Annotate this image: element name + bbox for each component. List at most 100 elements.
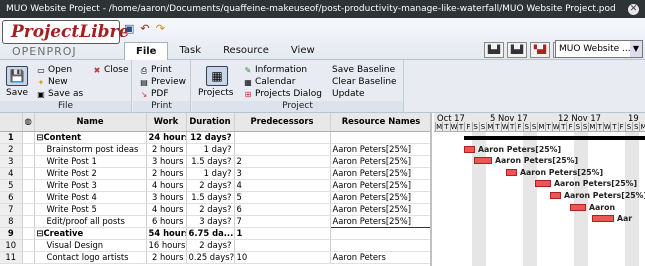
row-number[interactable]: 11	[0, 251, 23, 264]
task-resource-names[interactable]: Aaron Peters	[330, 251, 430, 264]
task-bar[interactable]	[550, 192, 561, 199]
column-header-resource-names[interactable]: Resource Names	[330, 113, 430, 132]
task-work[interactable]: 24 hours	[146, 131, 187, 144]
task-name[interactable]: Brainstorm post ideas	[34, 143, 147, 156]
task-bar[interactable]	[535, 180, 551, 188]
task-name[interactable]: Write Post 4	[34, 191, 147, 204]
preview-button[interactable]: ▤ Preview	[139, 77, 186, 87]
task-predecessors[interactable]: 3	[234, 167, 331, 180]
task-name[interactable]: Write Post 2	[34, 167, 147, 180]
projects-button[interactable]: Projects	[198, 88, 233, 98]
task-duration[interactable]: 2 days?	[186, 179, 235, 192]
summary-bar[interactable]	[464, 136, 645, 141]
projects-dialog-button[interactable]: ⊞ Projects Dialog	[243, 89, 322, 99]
task-name[interactable]: ⊟Creative	[34, 227, 147, 240]
pdf-button[interactable]: ↘ PDF	[139, 89, 169, 99]
task-resource-names[interactable]: Aaron Peters[25%]	[330, 167, 430, 180]
task-resource-names[interactable]: Aaron Peters[25%]	[330, 191, 430, 204]
task-work[interactable]: 3 hours	[146, 155, 187, 168]
chevron-down-icon[interactable]: ▼	[630, 41, 642, 57]
task-predecessors[interactable]	[234, 239, 331, 252]
task-predecessors[interactable]: 5	[234, 191, 331, 204]
column-header-work[interactable]: Work	[146, 113, 187, 132]
calendar-button[interactable]: ▦ Calendar	[243, 77, 295, 87]
table-row[interactable]: 10 Visual Design 16 hours 2 days?	[0, 239, 430, 252]
row-number[interactable]: 4	[0, 167, 23, 180]
row-indicator[interactable]	[22, 251, 35, 264]
task-name[interactable]: ⊟Content	[34, 131, 147, 144]
project-select[interactable]: MUO Website ... ▼	[555, 40, 643, 58]
close-window-icon[interactable]: ✕	[628, 3, 639, 15]
task-predecessors[interactable]	[234, 131, 331, 144]
table-row[interactable]: 9 ⊟Creative 54 hours 6.75 da... 1	[0, 227, 430, 240]
collapse-toggle-icon[interactable]: ⊟	[37, 132, 44, 142]
task-bar[interactable]	[464, 145, 475, 153]
row-indicator[interactable]	[22, 239, 35, 252]
row-number[interactable]: 9	[0, 227, 23, 240]
task-predecessors[interactable]: 10	[234, 251, 331, 264]
table-row[interactable]: 11 Contact logo artists 2 hours 0.25 days? 1…	[0, 251, 430, 264]
table-row[interactable]: 3 Write Post 13 hours 1.5 days? 2 Aaron Pete…	[0, 155, 430, 168]
task-predecessors[interactable]: 2	[234, 155, 331, 168]
table-row[interactable]: 2 Brainstorm post ideas 2 hours 1 day? Aaron…	[0, 143, 430, 156]
task-work[interactable]: 54 hours	[146, 227, 187, 240]
task-duration[interactable]: 3 days?	[186, 215, 235, 228]
table-row[interactable]: 5 Write Post 34 hours 2 days? 4 Aaron Peters…	[0, 179, 430, 192]
task-predecessors[interactable]: 1	[234, 227, 331, 240]
table-row[interactable]: 6 Write Post 43 hours 1.5 days? 5 Aaron Pete…	[0, 191, 430, 204]
task-duration[interactable]: 1.5 days?	[186, 191, 235, 204]
row-indicator[interactable]	[22, 155, 35, 168]
task-resource-names[interactable]	[330, 227, 430, 240]
close-button[interactable]: ✖ Close	[92, 65, 129, 75]
task-name[interactable]: Write Post 5	[34, 203, 147, 216]
save-button[interactable]: Save	[6, 88, 28, 98]
task-name[interactable]: Contact logo artists	[34, 251, 147, 264]
task-resource-names[interactable]: Aaron Peters[25%]	[330, 155, 430, 168]
task-predecessors[interactable]: 4	[234, 179, 331, 192]
task-resource-names[interactable]: Aaron Peters[25%]	[329, 214, 430, 228]
task-predecessors[interactable]: 7	[234, 215, 331, 228]
task-duration[interactable]: 2 days?	[186, 203, 235, 216]
task-work[interactable]: 16 hours	[146, 239, 187, 252]
undo-icon[interactable]: ↶	[140, 22, 149, 35]
column-header-duration[interactable]: Duration	[186, 113, 235, 132]
row-number[interactable]: 3	[0, 155, 23, 168]
task-name[interactable]: Edit/proof all posts	[34, 215, 147, 228]
task-name[interactable]: Write Post 3	[34, 179, 147, 192]
new-button[interactable]: ✦ New	[36, 77, 68, 87]
task-name[interactable]: Write Post 1	[34, 155, 147, 168]
task-work[interactable]: 2 hours	[146, 143, 187, 156]
row-indicator[interactable]	[22, 167, 35, 180]
save-baseline-button[interactable]: Save Baseline	[332, 65, 395, 75]
gantt-view-icon[interactable]: ▙▟	[507, 42, 527, 58]
task-work[interactable]: 4 hours	[146, 203, 187, 216]
row-number-header[interactable]	[0, 113, 23, 132]
task-resource-names[interactable]: Aaron Peters[25%]	[330, 203, 430, 216]
task-duration[interactable]: 0.25 days?	[186, 251, 235, 264]
task-bar[interactable]	[474, 157, 492, 165]
row-number[interactable]: 8	[0, 215, 23, 228]
task-predecessors[interactable]	[234, 143, 331, 156]
task-work[interactable]: 2 hours	[146, 251, 187, 264]
save-icon[interactable]: 💾	[6, 66, 28, 86]
tab-task[interactable]: Task	[168, 42, 212, 60]
table-row[interactable]: 7 Write Post 54 hours 2 days? 6 Aaron Peters…	[0, 203, 430, 216]
task-resource-names[interactable]: Aaron Peters[25%]	[330, 143, 430, 156]
column-header-name[interactable]: Name	[34, 113, 147, 132]
task-work[interactable]: 6 hours	[146, 215, 187, 228]
quick-save-icon[interactable]: ▣	[124, 22, 134, 35]
task-duration[interactable]: 1 day?	[186, 143, 235, 156]
task-work[interactable]: 3 hours	[146, 191, 187, 204]
task-work[interactable]: 4 hours	[146, 179, 187, 192]
row-indicator[interactable]	[22, 143, 35, 156]
table-row[interactable]: 4 Write Post 22 hours 1 day? 3 Aaron Peters[…	[0, 167, 430, 180]
row-number[interactable]: 6	[0, 191, 23, 204]
update-button[interactable]: Update	[332, 89, 365, 99]
task-name[interactable]: Visual Design	[34, 239, 147, 252]
resource-chart-icon[interactable]: ▙▟	[484, 42, 504, 58]
row-number[interactable]: 1	[0, 131, 23, 144]
tab-resource[interactable]: Resource	[212, 42, 280, 60]
task-resource-names[interactable]: Aaron Peters[25%]	[330, 179, 430, 192]
collapse-toggle-icon[interactable]: ⊟	[37, 228, 44, 238]
task-bar[interactable]	[570, 203, 586, 211]
